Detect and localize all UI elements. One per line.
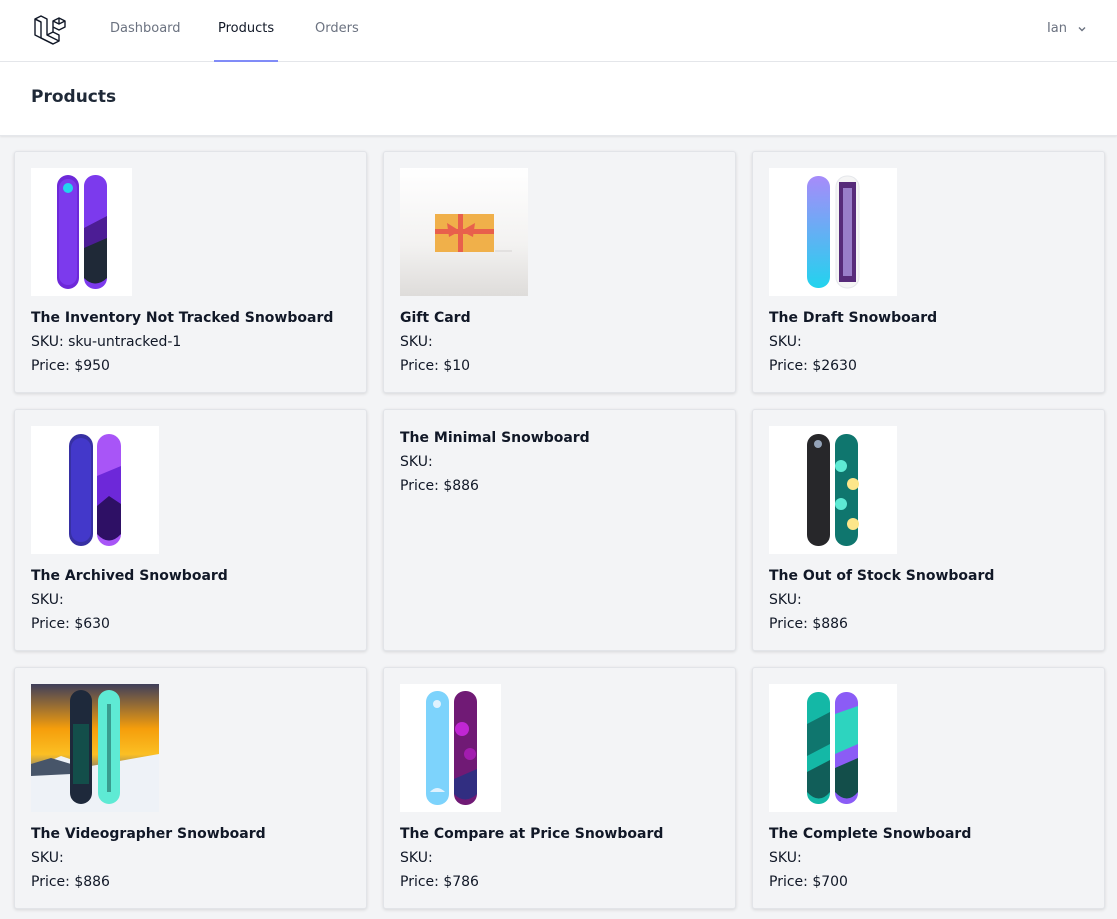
snowboard-sunset-photo-image xyxy=(31,684,159,812)
product-name: Gift Card xyxy=(400,310,471,326)
product-card[interactable]: The Draft Snowboard SKU: Price: $2630 xyxy=(752,151,1105,393)
page-header: Products xyxy=(0,62,1117,136)
product-price: Price: $886 xyxy=(769,616,848,632)
product-card[interactable]: The Compare at Price Snowboard SKU: Pric… xyxy=(383,667,736,909)
product-name: The Complete Snowboard xyxy=(769,826,972,842)
product-name: The Out of Stock Snowboard xyxy=(769,568,995,584)
product-sku: SKU: xyxy=(769,334,802,350)
product-name: The Archived Snowboard xyxy=(31,568,228,584)
product-card[interactable]: The Archived Snowboard SKU: Price: $630 xyxy=(14,409,367,651)
product-sku: SKU: xyxy=(769,850,802,866)
product-name: The Videographer Snowboard xyxy=(31,826,266,842)
product-sku: SKU: xyxy=(400,334,433,350)
product-sku: SKU: xyxy=(400,850,433,866)
product-price: Price: $886 xyxy=(31,874,110,890)
snowboard-blue-purple-pair-image xyxy=(31,426,159,554)
product-sku: SKU: xyxy=(769,592,802,608)
product-sku: SKU: sku-untracked-1 xyxy=(31,334,182,350)
page-title: Products xyxy=(31,87,117,107)
snowboard-sky-magenta-pair-image xyxy=(400,684,501,812)
top-navigation: Dashboard Products Orders Ian xyxy=(0,0,1117,62)
product-name: The Compare at Price Snowboard xyxy=(400,826,664,842)
nav-link-orders[interactable]: Orders xyxy=(311,0,363,62)
product-sku: SKU: xyxy=(400,454,433,470)
product-card[interactable]: The Out of Stock Snowboard SKU: Price: $… xyxy=(752,409,1105,651)
product-card[interactable]: The Complete Snowboard SKU: Price: $700 xyxy=(752,667,1105,909)
nav-link-products[interactable]: Products xyxy=(214,0,279,62)
chevron-down-icon xyxy=(1078,27,1086,32)
product-price: Price: $950 xyxy=(31,358,110,374)
product-name: The Minimal Snowboard xyxy=(400,430,590,446)
product-price: Price: $10 xyxy=(400,358,471,374)
snowboard-purple-pair-image xyxy=(31,168,132,296)
product-price: Price: $630 xyxy=(31,616,110,632)
nav-link-dashboard[interactable]: Dashboard xyxy=(106,0,185,62)
product-price: Price: $700 xyxy=(769,874,848,890)
user-name: Ian xyxy=(1046,21,1067,36)
product-grid: The Inventory Not Tracked Snowboard SKU:… xyxy=(14,151,1105,909)
snowboard-hydrogen-pair-image xyxy=(769,168,897,296)
product-card[interactable]: The Videographer Snowboard SKU: Price: $… xyxy=(14,667,367,909)
product-sku: SKU: xyxy=(31,850,64,866)
product-name: The Inventory Not Tracked Snowboard xyxy=(31,310,334,326)
product-price: Price: $786 xyxy=(400,874,479,890)
product-sku: SKU: xyxy=(31,592,64,608)
gift-card-image xyxy=(400,168,528,296)
user-menu[interactable]: Ian xyxy=(1047,0,1087,58)
snowboard-shred-pair-image xyxy=(769,684,897,812)
product-price: Price: $2630 xyxy=(769,358,857,374)
product-price: Price: $886 xyxy=(400,478,479,494)
product-card[interactable]: The Minimal Snowboard SKU: Price: $886 xyxy=(383,409,736,651)
product-card[interactable]: Gift Card SKU: Price: $10 xyxy=(383,151,736,393)
laravel-logo-icon[interactable] xyxy=(32,12,66,46)
product-name: The Draft Snowboard xyxy=(769,310,938,326)
snowboard-black-teal-pair-image xyxy=(769,426,897,554)
product-card[interactable]: The Inventory Not Tracked Snowboard SKU:… xyxy=(14,151,367,393)
